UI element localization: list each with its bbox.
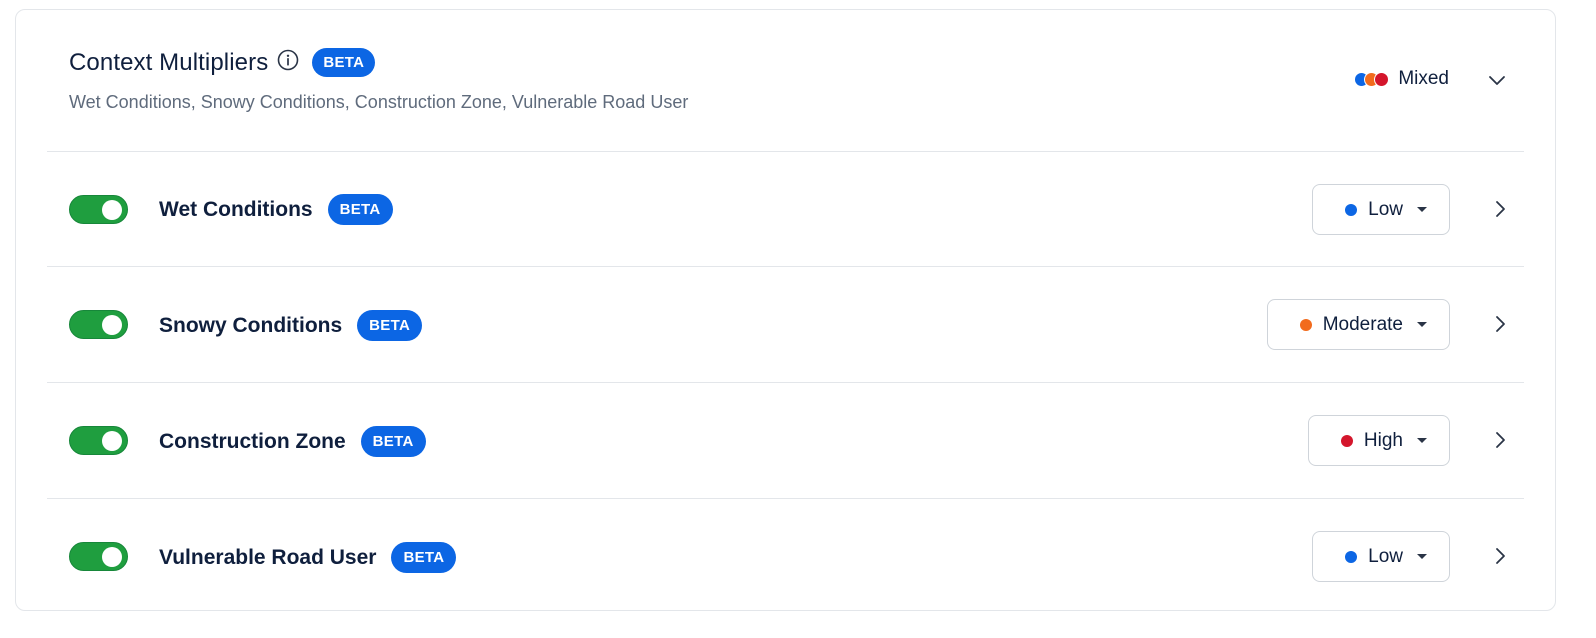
caret-down-icon: [1417, 322, 1427, 327]
chevron-right-icon[interactable]: [1492, 430, 1508, 455]
mixed-status: Mixed: [1354, 68, 1449, 90]
list-item: Construction Zone BETA High: [16, 383, 1555, 498]
enable-toggle[interactable]: [69, 542, 128, 571]
severity-select[interactable]: High: [1307, 415, 1450, 466]
status-dot-high: [1374, 72, 1390, 87]
chevron-right-icon[interactable]: [1492, 199, 1508, 224]
severity-value: Low: [1368, 198, 1403, 220]
severity-dot-icon: [1345, 203, 1358, 216]
caret-down-icon: [1417, 207, 1427, 212]
severity-dot-icon: [1340, 434, 1353, 447]
multiplier-name: Snowy Conditions: [159, 313, 343, 337]
status-label: Mixed: [1398, 68, 1449, 89]
toggle-knob: [102, 547, 122, 567]
caret-down-icon: [1417, 554, 1427, 559]
enable-toggle[interactable]: [69, 310, 128, 339]
beta-badge: BETA: [360, 426, 426, 457]
multiplier-name: Wet Conditions: [159, 197, 313, 221]
context-multipliers-card: Context Multipliers BETA Wet Conditions,…: [15, 9, 1556, 611]
subtitle: Wet Conditions, Snowy Conditions, Constr…: [69, 92, 689, 112]
multiplier-name: Construction Zone: [159, 429, 346, 453]
chevron-right-icon[interactable]: [1492, 546, 1508, 571]
list-item: Snowy Conditions BETA Moderate: [16, 267, 1555, 382]
beta-badge: BETA: [391, 542, 457, 573]
severity-value: Low: [1368, 545, 1403, 567]
enable-toggle[interactable]: [69, 426, 128, 455]
toggle-knob: [102, 315, 122, 335]
list-item: Vulnerable Road User BETA Low: [16, 499, 1555, 614]
chevron-right-icon[interactable]: [1492, 314, 1508, 339]
beta-badge: BETA: [312, 48, 376, 77]
beta-badge: BETA: [357, 310, 423, 341]
severity-select[interactable]: Low: [1312, 184, 1450, 235]
severity-select[interactable]: Moderate: [1266, 299, 1450, 350]
row-label: Wet Conditions BETA: [159, 194, 393, 225]
severity-value: High: [1363, 429, 1403, 451]
chevron-down-icon[interactable]: [1487, 70, 1507, 95]
severity-value: Moderate: [1322, 313, 1403, 335]
title-row: Context Multipliers BETA: [69, 48, 376, 77]
row-label: Vulnerable Road User BETA: [159, 542, 457, 573]
page-title: Context Multipliers: [69, 48, 269, 76]
caret-down-icon: [1417, 438, 1427, 443]
severity-select[interactable]: Low: [1312, 531, 1450, 582]
toggle-knob: [102, 200, 122, 220]
row-label: Construction Zone BETA: [159, 426, 426, 457]
status-dots-icon: [1354, 72, 1390, 87]
card-header[interactable]: Context Multipliers BETA Wet Conditions,…: [16, 10, 1555, 152]
beta-badge: BETA: [327, 194, 393, 225]
severity-dot-icon: [1345, 550, 1358, 563]
row-label: Snowy Conditions BETA: [159, 310, 423, 341]
enable-toggle[interactable]: [69, 195, 128, 224]
info-icon[interactable]: [277, 49, 299, 71]
toggle-knob: [102, 431, 122, 451]
severity-dot-icon: [1299, 318, 1312, 331]
list-item: Wet Conditions BETA Low: [16, 152, 1555, 267]
multiplier-name: Vulnerable Road User: [159, 545, 377, 569]
